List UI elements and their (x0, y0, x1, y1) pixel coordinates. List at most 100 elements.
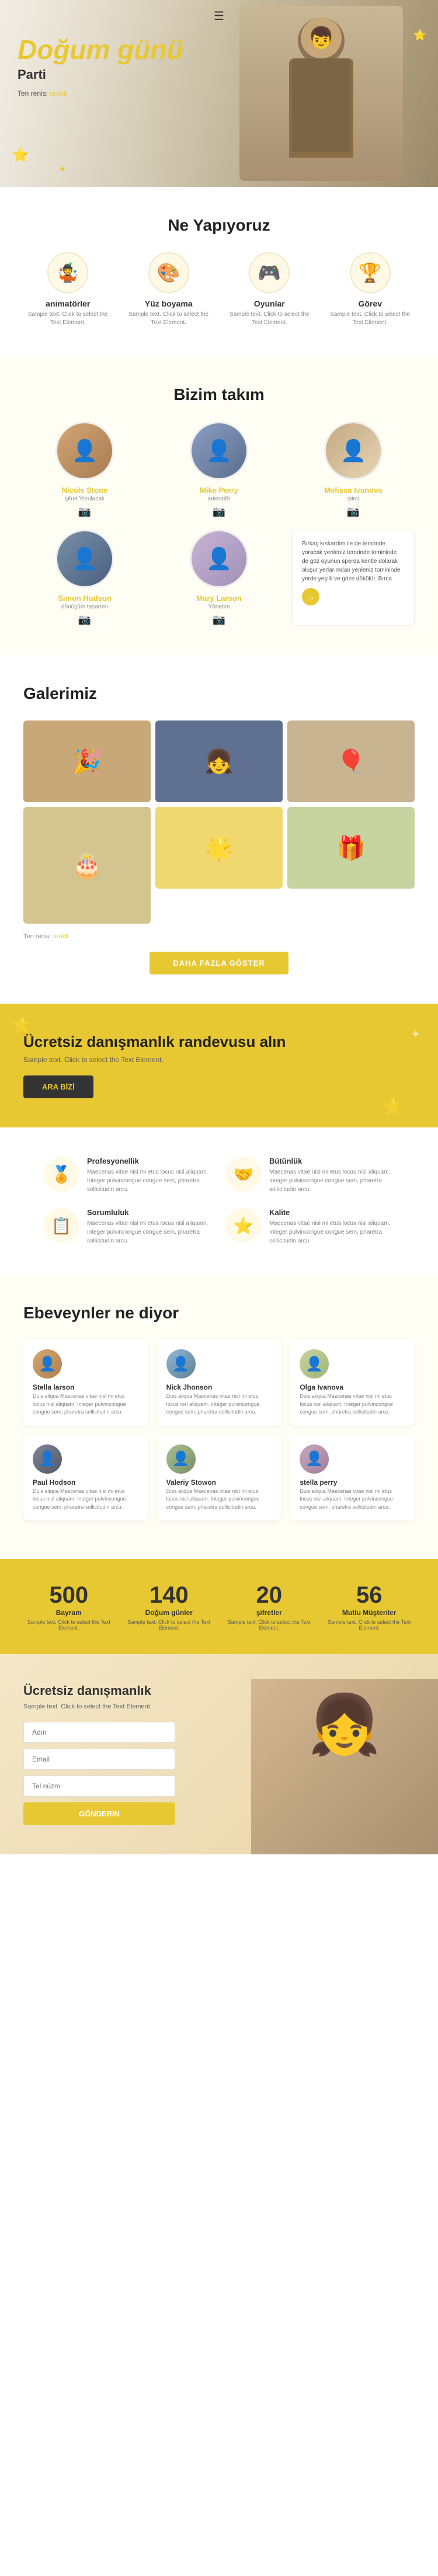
gallery-image: 🌟 (155, 807, 283, 889)
cta-button[interactable]: ARA BİZİ (23, 1075, 93, 1098)
team-avatar: 👤 (55, 422, 114, 480)
team-member: 👤 Mike Perry animatör 📷 (158, 422, 280, 518)
member-name: Melissa Ivanova (292, 486, 415, 495)
testimonial-text: Duis aliqua Maecenas vitae nisl mi etus … (300, 1488, 405, 1512)
star-decoration-2: ✦ (58, 163, 66, 175)
member-name: Simon Hudson (23, 594, 146, 603)
team-member: 👤 Nicole Stone şifret Yorulacak 📷 (23, 422, 146, 518)
service-item: 🤹 animatörler Sample text. Click to sele… (23, 252, 113, 327)
gallery-image: 🎈 (287, 720, 415, 802)
star-decoration-1: ⭐ (12, 147, 29, 163)
service-item: 🎨 Yüz boyama Sample text. Click to selec… (124, 252, 214, 327)
service-icon: 🎨 (148, 252, 189, 293)
team-member: 👤 Melissa Ivanova şiirci 📷 (292, 422, 415, 518)
stat-label: Bayram (23, 1609, 114, 1617)
testimonial-name: Stella larson (33, 1383, 138, 1391)
services-grid: 🤹 animatörler Sample text. Click to sele… (23, 252, 415, 327)
service-desc: Sample text. Click to select the Text El… (23, 311, 113, 327)
stat-number: 20 (224, 1582, 315, 1609)
testimonial-avatar: 👤 (33, 1444, 62, 1474)
testimonial-card: 👤 Olga Ivanova Duis aliqua Maecenas vita… (290, 1340, 415, 1426)
stat-label: Mutlu Müşteriler (324, 1609, 415, 1617)
testimonial-avatar: 👤 (300, 1444, 329, 1474)
stat-label: şifretler (224, 1609, 315, 1617)
gallery-item[interactable]: 👧 (155, 720, 283, 802)
service-item: 🏆 Görev Sample text. Click to select the… (326, 252, 415, 327)
team-grid-bottom: 👤 Simon Hudson dönüşüm tasarımı 📷 👤 Mary… (23, 530, 415, 626)
instagram-icon[interactable]: 📷 (158, 614, 280, 626)
member-role: şiirci (292, 496, 415, 502)
gallery-more-text: Ten renis: renkli (23, 933, 415, 940)
gallery-image: 🎉 (23, 720, 151, 802)
submit-button[interactable]: GÖNDERİN (23, 1802, 175, 1825)
testimonial-text: Duis aliqua Maecenas vitae nisl mi etus … (33, 1393, 138, 1416)
why-section: 🏅 Profesyonellik Maecenas vitae nisl mi … (0, 1127, 438, 1275)
final-form: GÖNDERİN (23, 1722, 175, 1825)
testimonial-avatar: 👤 (300, 1349, 329, 1378)
hero-content: Doğum günü Parti Ten renis: renkli (18, 35, 183, 98)
avatar-icon: 👤 (33, 1444, 62, 1474)
member-role: Yönetim (158, 604, 280, 610)
member-role: şifret Yorulacak (23, 496, 146, 502)
service-name: Yüz boyama (124, 299, 214, 308)
instagram-icon[interactable]: 📷 (292, 506, 415, 518)
final-content: Ücretsiz danışmanlık Sample text. Click … (23, 1683, 210, 1825)
service-desc: Sample text. Click to select the Text El… (124, 311, 214, 327)
testimonial-avatar: 👤 (166, 1444, 196, 1474)
service-desc: Sample text. Click to select the Text El… (326, 311, 415, 327)
menu-icon[interactable]: ☰ (214, 9, 224, 23)
why-name: Profesyonellik (87, 1157, 212, 1165)
name-input[interactable] (23, 1722, 175, 1743)
testimonials-section: Ebeveynler ne diyor 👤 Stella larson Duis… (0, 1275, 438, 1559)
instagram-icon[interactable]: 📷 (23, 506, 146, 518)
phone-input[interactable] (23, 1776, 175, 1797)
gallery-item[interactable]: 🎈 (287, 720, 415, 802)
testimonial-name: Olga Ivanova (300, 1383, 405, 1391)
testimonials-grid: 👤 Stella larson Duis aliqua Maecenas vit… (23, 1340, 415, 1520)
avatar-placeholder: 👤 (57, 423, 112, 478)
why-icon: 📋 (44, 1208, 79, 1243)
gallery-section: Galerimiz 🎉👧🎈 🎂🌟🎁 Ten renis: renkli DAHA … (0, 655, 438, 1004)
gallery-item[interactable]: 🎁 (287, 807, 415, 889)
team-title: Bizim takım (23, 385, 415, 404)
final-desc: Sample text. Click to select the Text El… (23, 1703, 210, 1710)
gallery-item[interactable]: 🌟 (155, 807, 283, 889)
cta-desc: Sample text. Click to select the Text El… (23, 1056, 415, 1064)
team-avatar: 👤 (190, 530, 248, 588)
breadcrumb-link[interactable]: renkli (50, 89, 67, 98)
team-text-box: Bırkaç kıskardım ile de temrinde yoracak… (292, 530, 415, 626)
gallery-item[interactable]: 🎉 (23, 720, 151, 802)
gallery-more-link[interactable]: renkli (53, 933, 68, 940)
why-content: Kalite Maecenas vitae nisl mi etus locus… (269, 1208, 394, 1245)
team-section: Bizim takım 👤 Nicole Stone şifret Yorula… (0, 356, 438, 655)
star-decoration-3: ⭐ (413, 29, 426, 41)
stat-desc: Sample text. Click to select the Text El… (224, 1619, 315, 1631)
stat-item: 140 Doğum günler Sample text. Click to s… (124, 1582, 215, 1631)
gallery-title: Galerimiz (23, 684, 415, 703)
instagram-icon[interactable]: 📷 (158, 506, 280, 518)
testimonials-title: Ebeveynler ne diyor (23, 1304, 415, 1322)
services-title: Ne Yapıyoruz (23, 216, 415, 235)
stat-number: 140 (124, 1582, 215, 1609)
team-arrow-button[interactable]: → (302, 588, 319, 605)
service-name: Oyunlar (225, 299, 314, 308)
gallery-show-more-button[interactable]: DAHA FAZLA GÖSTER (150, 952, 288, 974)
stat-number: 56 (324, 1582, 415, 1609)
final-title: Ücretsiz danışmanlık (23, 1683, 210, 1698)
email-input[interactable] (23, 1749, 175, 1770)
why-icon: 🤝 (226, 1157, 261, 1192)
final-child-image: 👧 (251, 1679, 438, 1854)
why-item: 🏅 Profesyonellik Maecenas vitae nisl mi … (44, 1157, 212, 1194)
stats-section: 500 Bayram Sample text. Click to select … (0, 1559, 438, 1654)
testimonial-card: 👤 Nick Jhonson Duis aliqua Maecenas vita… (157, 1340, 281, 1426)
cta-section: ⭐ ⭐ ✦ Ücretsiz danışmanlık randevusu alı… (0, 1004, 438, 1127)
instagram-icon[interactable]: 📷 (23, 614, 146, 626)
avatar-icon: 👤 (300, 1444, 329, 1474)
service-icon: 🎮 (249, 252, 290, 293)
testimonial-card: 👤 stella perry Duis aliqua Maecenas vita… (290, 1435, 415, 1521)
stat-item: 20 şifretler Sample text. Click to selec… (224, 1582, 315, 1631)
member-role: animatör (158, 496, 280, 502)
gallery-grid: 🎉👧🎈 🎂🌟🎁 (23, 720, 415, 924)
testimonial-text: Duis aliqua Maecenas vitae nisl mi etus … (300, 1393, 405, 1416)
gallery-item[interactable]: 🎂 (23, 807, 151, 924)
